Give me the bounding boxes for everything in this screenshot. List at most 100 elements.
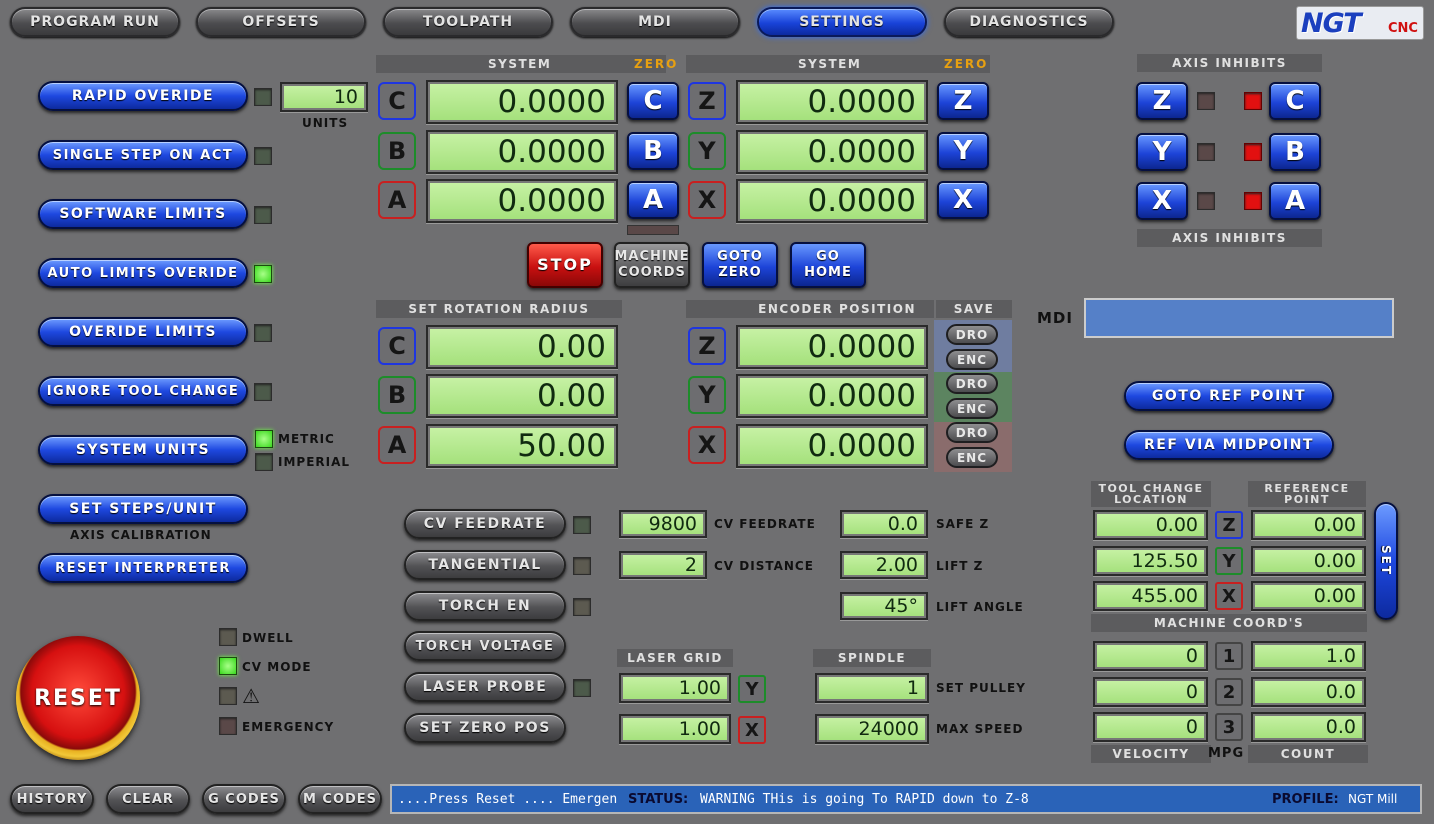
torch-voltage-button[interactable]: TORCH VOLTAGE xyxy=(404,631,566,661)
save-dro-y-button[interactable]: DRO xyxy=(946,373,998,394)
tab-offsets[interactable]: OFFSETS xyxy=(196,7,366,37)
velocity-2[interactable]: 0 xyxy=(1093,677,1208,707)
encoder-y[interactable]: 0.0000 xyxy=(736,374,928,418)
axis-label-x: X xyxy=(688,181,726,219)
tangential-button[interactable]: TANGENTIAL xyxy=(404,550,566,580)
inhibit-c-button[interactable]: C xyxy=(1269,82,1321,120)
ignore-tool-change-button[interactable]: IGNORE TOOL CHANGE xyxy=(38,376,248,406)
laser-grid-y-value[interactable]: 1.00 xyxy=(619,673,731,703)
axis-label-c: C xyxy=(378,82,416,120)
dro-a[interactable]: 0.0000 xyxy=(426,179,618,223)
laser-grid-x-value[interactable]: 1.00 xyxy=(619,714,731,744)
tab-settings[interactable]: SETTINGS xyxy=(757,7,927,37)
axis-calibration-label: AXIS CALIBRATION xyxy=(70,528,212,542)
inhibit-z-button[interactable]: Z xyxy=(1136,82,1188,120)
dro-z[interactable]: 0.0000 xyxy=(736,80,928,124)
set-button[interactable]: SET xyxy=(1374,502,1398,620)
encoder-z[interactable]: 0.0000 xyxy=(736,325,928,369)
save-enc-x-button[interactable]: ENC xyxy=(946,447,998,468)
save-dro-x-button[interactable]: DRO xyxy=(946,422,998,443)
inhibit-x-button[interactable]: X xyxy=(1136,182,1188,220)
system-header-left: SYSTEM xyxy=(376,55,666,73)
tab-mdi[interactable]: MDI xyxy=(570,7,740,37)
count-3[interactable]: 0.0 xyxy=(1251,712,1366,742)
overide-limits-button[interactable]: OVERIDE LIMITS xyxy=(38,317,248,347)
lift-angle-value[interactable]: 45° xyxy=(840,592,928,620)
g-codes-button[interactable]: G CODES xyxy=(202,784,286,814)
lift-z-value[interactable]: 2.00 xyxy=(840,551,928,579)
zero-label-right: ZERO xyxy=(944,57,989,71)
lift-angle-label: LIFT ANGLE xyxy=(936,600,1024,614)
go-home-button[interactable]: GO HOME xyxy=(790,242,866,288)
mdi-input[interactable] xyxy=(1084,298,1394,338)
profile-value: NGT Mill xyxy=(1348,792,1398,806)
rotation-radius-a[interactable]: 50.00 xyxy=(426,424,618,468)
save-enc-y-button[interactable]: ENC xyxy=(946,398,998,419)
ref-via-midpoint-button[interactable]: REF VIA MIDPOINT xyxy=(1124,430,1334,460)
set-pulley-label: SET PULLEY xyxy=(936,681,1026,695)
tab-program-run[interactable]: PROGRAM RUN xyxy=(10,7,180,37)
laser-probe-button[interactable]: LASER PROBE xyxy=(404,672,566,702)
goto-zero-button[interactable]: GOTO ZERO xyxy=(702,242,778,288)
machine-coords-button[interactable]: MACHINE COORDS xyxy=(614,242,690,288)
clear-button[interactable]: CLEAR xyxy=(106,784,190,814)
rotation-axis-c: C xyxy=(378,327,416,365)
software-limits-button[interactable]: SOFTWARE LIMITS xyxy=(38,199,248,229)
spindle-max-value[interactable]: 24000 xyxy=(815,714,929,744)
inhibit-a-led xyxy=(1244,192,1262,210)
count-1[interactable]: 1.0 xyxy=(1251,641,1366,671)
rotation-radius-c[interactable]: 0.00 xyxy=(426,325,618,369)
velocity-3[interactable]: 0 xyxy=(1093,712,1208,742)
set-steps-button[interactable]: SET STEPS/UNIT xyxy=(38,494,248,524)
dro-y[interactable]: 0.0000 xyxy=(736,130,928,174)
save-enc-z-button[interactable]: ENC xyxy=(946,349,998,370)
rapid-overide-button[interactable]: RAPID OVERIDE xyxy=(38,81,248,111)
rapid-overide-value[interactable]: 10 xyxy=(280,82,368,112)
stop-button[interactable]: STOP xyxy=(527,242,603,288)
rapid-overide-led xyxy=(254,88,272,106)
dro-c[interactable]: 0.0000 xyxy=(426,80,618,124)
reference-y[interactable]: 0.00 xyxy=(1251,546,1366,576)
dro-b[interactable]: 0.0000 xyxy=(426,130,618,174)
inhibit-b-button[interactable]: B xyxy=(1269,133,1321,171)
reference-z[interactable]: 0.00 xyxy=(1251,510,1366,540)
save-header: SAVE xyxy=(936,300,1012,318)
safe-z-value[interactable]: 0.0 xyxy=(840,510,928,538)
tool-change-x[interactable]: 455.00 xyxy=(1093,581,1208,611)
m-codes-button[interactable]: M CODES xyxy=(298,784,382,814)
auto-limits-overide-button[interactable]: AUTO LIMITS OVERIDE xyxy=(38,258,248,288)
set-zero-pos-button[interactable]: SET ZERO POS xyxy=(404,713,566,743)
spindle-pulley-value[interactable]: 1 xyxy=(815,673,929,703)
goto-ref-point-button[interactable]: GOTO REF POINT xyxy=(1124,381,1334,411)
save-dro-z-button[interactable]: DRO xyxy=(946,324,998,345)
rotation-radius-b[interactable]: 0.00 xyxy=(426,374,618,418)
velocity-1[interactable]: 0 xyxy=(1093,641,1208,671)
cv-distance-value[interactable]: 2 xyxy=(619,551,707,579)
zero-b-button[interactable]: B xyxy=(627,132,679,170)
tool-change-y[interactable]: 125.50 xyxy=(1093,546,1208,576)
system-units-button[interactable]: SYSTEM UNITS xyxy=(38,435,248,465)
zero-z-button[interactable]: Z xyxy=(937,82,989,120)
encoder-x[interactable]: 0.0000 xyxy=(736,424,928,468)
count-footer: COUNT xyxy=(1248,745,1368,763)
zero-a-button[interactable]: A xyxy=(627,181,679,219)
zero-c-button[interactable]: C xyxy=(627,82,679,120)
inhibit-y-button[interactable]: Y xyxy=(1136,133,1188,171)
reset-button[interactable]: RESET xyxy=(16,636,140,760)
history-button[interactable]: HISTORY xyxy=(10,784,94,814)
reset-interpreter-button[interactable]: RESET INTERPRETER xyxy=(38,553,248,583)
tab-diagnostics[interactable]: DIAGNOSTICS xyxy=(944,7,1114,37)
torch-en-button[interactable]: TORCH EN xyxy=(404,591,566,621)
cv-feedrate-value[interactable]: 9800 xyxy=(619,510,707,538)
zero-y-button[interactable]: Y xyxy=(937,132,989,170)
inhibit-a-button[interactable]: A xyxy=(1269,182,1321,220)
tool-change-z[interactable]: 0.00 xyxy=(1093,510,1208,540)
reference-x[interactable]: 0.00 xyxy=(1251,581,1366,611)
dro-x[interactable]: 0.0000 xyxy=(736,179,928,223)
zero-x-button[interactable]: X xyxy=(937,181,989,219)
count-2[interactable]: 0.0 xyxy=(1251,677,1366,707)
cv-feedrate-button[interactable]: CV FEEDRATE xyxy=(404,509,566,539)
tc-axis-z: Z xyxy=(1215,511,1243,539)
tab-toolpath[interactable]: TOOLPATH xyxy=(383,7,553,37)
single-step-button[interactable]: SINGLE STEP ON ACT xyxy=(38,140,248,170)
